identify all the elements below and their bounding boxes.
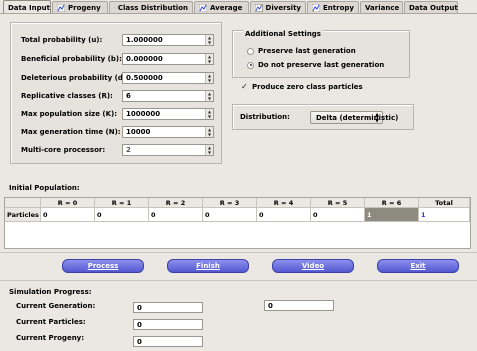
combo-arrows-icon: ▲ ▼ [375,111,379,124]
current-particles-field: 0 [133,319,203,330]
tab-data-input[interactable]: Data Input [3,0,51,14]
initial-population-table: R = 0 R = 1 R = 2 R = 3 R = 4 R = 5 R = … [4,197,471,249]
tab-bar: Data Input Progeny Class Distribution Av… [0,0,477,14]
separator [0,252,477,253]
row-header: Particles [5,208,41,222]
spin-arrows-icon[interactable]: ▲ ▼ [205,35,213,45]
radio-unchecked-icon [247,47,254,55]
corner-cell [5,198,41,208]
multi-core-processor-spinbox[interactable]: 2 ▲ ▼ [122,144,214,156]
separator [0,280,477,281]
beneficial-probability-spinbox[interactable]: 0.000000 ▲ ▼ [122,53,214,65]
spin-arrows-icon[interactable]: ▲ ▼ [205,54,213,64]
spin-arrows-icon[interactable]: ▲ ▼ [205,145,213,155]
spin-value: 10000 [126,128,151,136]
table-cell[interactable]: 0 [95,208,149,222]
checkbox-label: Produce zero class particles [252,82,363,91]
column-header: R = 4 [257,198,311,208]
current-progeny-field: 0 [133,336,203,347]
column-header: R = 6 [365,198,419,208]
max-population-size-label: Max population size (K): [21,110,118,118]
total-probability-spinbox[interactable]: 1.000000 ▲ ▼ [122,34,214,46]
spin-value: 2 [126,146,131,154]
total-cell: 1 [419,208,470,222]
current-generation-field: 0 [133,302,203,313]
spin-arrows-icon[interactable]: ▲ ▼ [205,127,213,137]
table-cell[interactable]: 0 [257,208,311,222]
preserve-last-generation-radio[interactable]: Preserve last generation [247,47,356,55]
table-cell[interactable]: 0 [149,208,203,222]
spin-arrows-icon[interactable]: ▲ ▼ [205,91,213,101]
column-header: R = 2 [149,198,203,208]
additional-settings-title: Additional Settings [243,30,323,38]
spin-arrows-icon[interactable]: ▲ ▼ [205,73,213,83]
current-particles-label: Current Particles: [16,318,86,326]
progress-extra-field: 0 [264,300,334,311]
initial-population-title: Initial Population: [9,184,80,192]
max-population-size-spinbox[interactable]: 1000000 ▲ ▼ [122,108,214,120]
distribution-label: Distribution: [240,113,290,121]
column-header: R = 1 [95,198,149,208]
current-progeny-label: Current Progeny: [16,334,85,342]
column-header: Total [419,198,470,208]
spin-arrows-icon[interactable]: ▲ ▼ [205,109,213,119]
tab-label: Entropy [323,4,354,12]
deleterious-probability-spinbox[interactable]: 0.500000 ▲ ▼ [122,72,214,84]
tab-label: Variance [365,4,400,12]
chart-icon [255,4,263,12]
spin-value: 1000000 [126,110,161,118]
finish-button[interactable]: Finish [167,259,249,273]
deleterious-probability-label: Deleterious probability (d): [21,74,129,82]
table-header: R = 0 R = 1 R = 2 R = 3 R = 4 R = 5 R = … [5,198,470,208]
table-cell-selected[interactable]: 1 [365,208,419,222]
tab-label: Data Output [409,4,458,12]
table-row: Particles 0 0 0 0 0 0 1 1 [5,208,470,222]
table-cell[interactable]: 0 [311,208,365,222]
column-header: R = 5 [311,198,365,208]
produce-zero-class-checkbox[interactable]: ✓ Produce zero class particles [241,82,363,91]
total-probability-label: Total probability (u): [21,36,103,44]
tab-label: Class Distribution [117,4,188,12]
chart-icon [312,4,320,12]
spin-value: 0.500000 [126,74,163,82]
checkmark-icon: ✓ [241,82,248,91]
spin-value: 1.000000 [126,36,163,44]
spin-value: 0.000000 [126,55,163,63]
radio-label: Preserve last generation [258,47,356,55]
chart-icon [199,4,207,12]
replicative-classes-spinbox[interactable]: 6 ▲ ▼ [122,90,214,102]
column-header: R = 0 [41,198,95,208]
radio-label: Do not preserve last generation [258,61,385,69]
do-not-preserve-radio[interactable]: Do not preserve last generation [247,61,384,69]
tab-label: Average [210,4,243,12]
simulation-progress-title: Simulation Progress: [9,288,92,296]
max-generation-time-spinbox[interactable]: 10000 ▲ ▼ [122,126,214,138]
combo-value: Delta (deterministic) [316,113,399,122]
tab-label: Diversity [265,4,301,12]
tab-label: Progeny [68,4,101,12]
column-header: R = 3 [203,198,257,208]
distribution-combobox[interactable]: Delta (deterministic) ▲ ▼ [310,111,398,124]
table-cell[interactable]: 0 [203,208,257,222]
spin-value: 6 [126,92,131,100]
multi-core-processor-label: Multi-core processor: [21,146,106,154]
video-button[interactable]: Video [272,259,354,273]
chart-icon [114,7,115,9]
exit-button[interactable]: Exit [377,259,459,273]
beneficial-probability-label: Beneficial probability (b): [21,55,122,63]
table-cell[interactable]: 0 [41,208,95,222]
current-generation-label: Current Generation: [16,302,96,310]
max-generation-time-label: Max generation time (N): [21,128,121,136]
radio-checked-icon [247,61,254,69]
process-button[interactable]: Process [62,259,144,273]
replicative-classes-label: Replicative classes (R): [21,92,113,100]
chart-icon [57,4,65,12]
tab-label: Data Input [8,3,50,12]
tab-underline [0,13,477,14]
